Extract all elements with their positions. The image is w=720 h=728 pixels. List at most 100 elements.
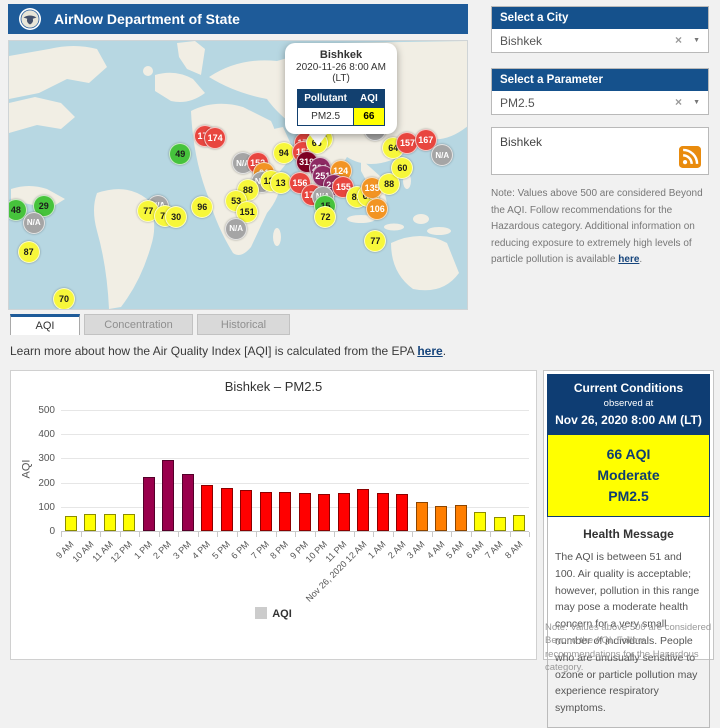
tab-historical[interactable]: Historical <box>197 314 290 335</box>
chevron-down-icon[interactable]: ▼ <box>693 37 700 44</box>
x-tick <box>295 532 296 537</box>
x-label: 10 AM <box>70 539 95 564</box>
parameter-select[interactable]: PM2.5 × ▼ <box>492 91 708 114</box>
gridline-400 <box>61 434 529 435</box>
chart-title: Bishkek – PM2.5 <box>11 379 536 394</box>
learn-more-suffix: . <box>443 344 446 358</box>
cc-title: Current Conditions <box>549 381 708 395</box>
city-select-value: Bishkek <box>500 34 542 48</box>
map-marker-94[interactable]: 94 <box>273 142 295 164</box>
x-tick <box>159 532 160 537</box>
aqi-bar-9-am[interactable] <box>65 516 77 531</box>
city-select[interactable]: Bishkek × ▼ <box>492 29 708 52</box>
aqi-bar-3-am[interactable] <box>416 502 428 531</box>
aqi-bar-10-am[interactable] <box>84 514 96 531</box>
aqi-bar-10-pm[interactable] <box>318 494 330 531</box>
learn-more-link[interactable]: here <box>417 344 442 358</box>
clear-icon[interactable]: × <box>675 95 682 109</box>
popup-datetime: 2020-11-26 8:00 AM <box>290 62 392 73</box>
aqi-bar-11-am[interactable] <box>104 514 116 531</box>
x-tick <box>315 532 316 537</box>
y-tick-0: 0 <box>27 526 55 537</box>
map-marker-49[interactable]: 49 <box>169 143 191 165</box>
x-tick <box>432 532 433 537</box>
rss-icon[interactable] <box>679 146 701 168</box>
aqi-bar-chart: Bishkek – PM2.5 AQI 01002003004005009 AM… <box>10 370 537 660</box>
rss-feed-box: Bishkek <box>491 127 709 175</box>
map-marker-30[interactable]: 30 <box>165 206 187 228</box>
learn-more-prefix: Learn more about how the Air Quality Ind… <box>10 344 417 358</box>
popup-timezone: (LT) <box>290 73 392 84</box>
x-tick <box>237 532 238 537</box>
aqi-bar-5-am[interactable] <box>455 505 467 531</box>
gridline-500 <box>61 410 529 411</box>
map-marker-na[interactable]: N/A <box>23 212 45 234</box>
x-label: 2 AM <box>386 539 408 561</box>
aqi-bar-6-am[interactable] <box>474 512 486 531</box>
aqi-bar-1-pm[interactable] <box>143 477 155 531</box>
aqi-bar-12-pm[interactable] <box>123 514 135 531</box>
x-label: 3 PM <box>171 539 193 561</box>
x-label: 3 AM <box>405 539 427 561</box>
aqi-bar-7-am[interactable] <box>494 517 506 531</box>
aqi-bar-6-pm[interactable] <box>240 490 252 531</box>
x-label: 6 AM <box>464 539 486 561</box>
x-label: 1 AM <box>366 539 388 561</box>
map-marker-106[interactable]: 106 <box>366 198 388 220</box>
aqi-bar-4-pm[interactable] <box>201 485 213 531</box>
map-marker-70[interactable]: 70 <box>53 288 75 310</box>
parameter-select-header: Select a Parameter <box>492 69 708 91</box>
map-marker-87[interactable]: 87 <box>18 241 40 263</box>
world-aqi-map[interactable]: 4829N/A8770N/A7770309649179174N/A15291N/… <box>8 40 468 310</box>
map-marker-72[interactable]: 72 <box>314 206 336 228</box>
aqi-bar-4-am[interactable] <box>435 506 447 531</box>
x-tick <box>276 532 277 537</box>
note-text: Note: Values above 500 are considered Be… <box>491 188 703 265</box>
aqi-bar-2-pm[interactable] <box>162 460 174 531</box>
city-select-header: Select a City <box>492 7 708 29</box>
aqi-bar-1-am[interactable] <box>377 493 389 531</box>
view-tabs: AQI Concentration Historical <box>10 314 290 335</box>
popup-tail <box>309 134 327 146</box>
current-conditions-header: Current Conditions observed at Nov 26, 2… <box>547 374 710 435</box>
state-department-seal-icon <box>18 7 42 31</box>
aqi-bar-2-am[interactable] <box>396 494 408 531</box>
tab-concentration[interactable]: Concentration <box>84 314 193 335</box>
chart-legend[interactable]: AQI <box>11 607 536 620</box>
aqi-bar-8-pm[interactable] <box>279 492 291 531</box>
map-marker-96[interactable]: 96 <box>191 196 213 218</box>
x-label: 8 PM <box>268 539 290 561</box>
y-tick-500: 500 <box>27 405 55 416</box>
cc-datetime: Nov 26, 2020 8:00 AM (LT) <box>549 413 708 427</box>
chevron-down-icon[interactable]: ▼ <box>693 99 700 106</box>
tab-aqi[interactable]: AQI <box>10 314 80 335</box>
x-tick <box>81 532 82 537</box>
x-label: 5 PM <box>210 539 232 561</box>
popup-col-pollutant: Pollutant <box>298 90 354 108</box>
cc-beyond-aqi-note: Note: Values above 500 are considered Be… <box>545 621 712 674</box>
map-marker-na[interactable]: N/A <box>431 144 453 166</box>
aqi-bar-nov-26-2020-12-am[interactable] <box>357 489 369 531</box>
map-marker-77[interactable]: 77 <box>364 230 386 252</box>
popup-col-aqi: AQI <box>354 90 385 108</box>
cc-aqi-value: 66 AQI <box>548 446 709 462</box>
aqi-bar-7-pm[interactable] <box>260 492 272 531</box>
aqi-bar-5-pm[interactable] <box>221 488 233 531</box>
aqi-bar-9-pm[interactable] <box>299 493 311 531</box>
map-marker-174[interactable]: 174 <box>204 127 226 149</box>
map-marker-na[interactable]: N/A <box>225 218 247 240</box>
aqi-bar-8-am[interactable] <box>513 515 525 531</box>
x-label: 6 PM <box>229 539 251 561</box>
y-tick-400: 400 <box>27 429 55 440</box>
cc-aqi-category: Moderate <box>548 467 709 483</box>
x-tick <box>334 532 335 537</box>
aqi-bar-3-pm[interactable] <box>182 474 194 531</box>
note-link[interactable]: here <box>618 254 639 265</box>
clear-icon[interactable]: × <box>675 33 682 47</box>
x-tick <box>490 532 491 537</box>
map-marker-60[interactable]: 60 <box>391 157 413 179</box>
x-label: 8 AM <box>503 539 525 561</box>
aqi-bar-11-pm[interactable] <box>338 493 350 531</box>
y-tick-200: 200 <box>27 478 55 489</box>
cc-observed-at: observed at <box>549 398 708 409</box>
